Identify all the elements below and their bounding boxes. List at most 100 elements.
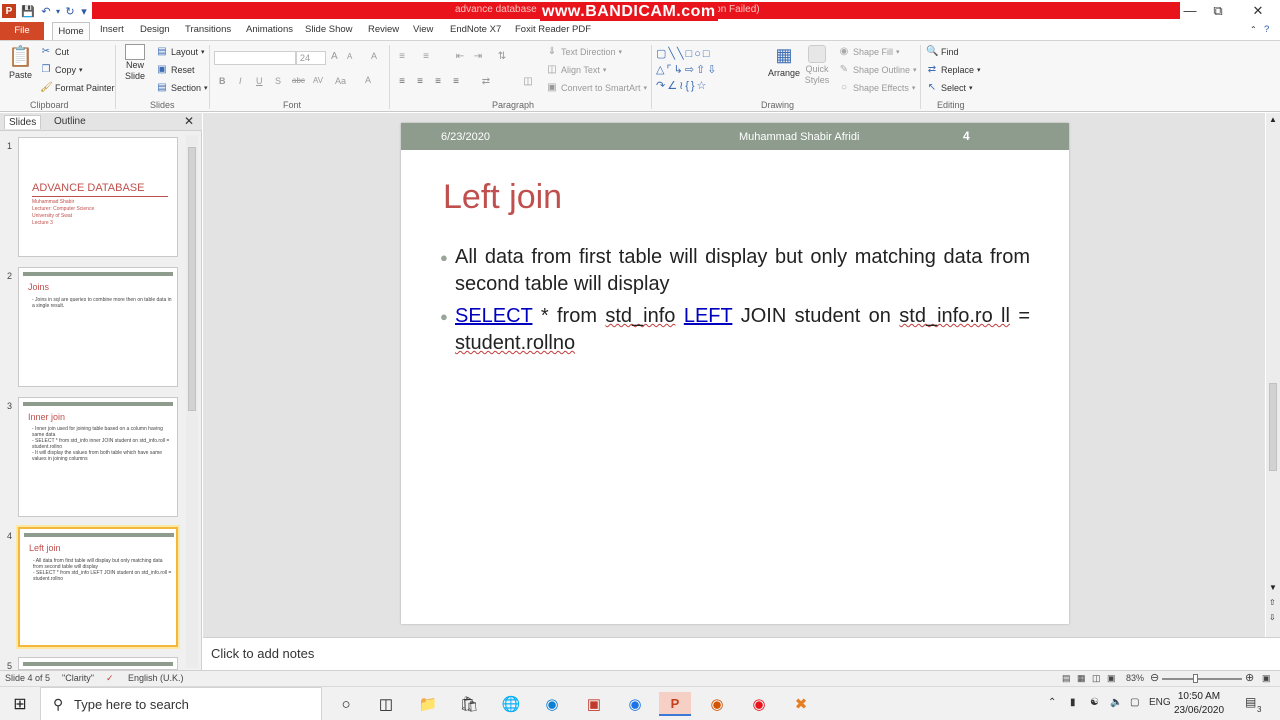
paste-button[interactable]: 📋 Paste <box>8 44 33 80</box>
reset-button[interactable]: ▣ Reset <box>156 64 194 76</box>
slide-date[interactable]: 6/23/2020 <box>441 131 490 143</box>
fit-slide-icon[interactable]: ▣ <box>1262 673 1271 684</box>
zoom-slider-knob[interactable] <box>1193 674 1198 683</box>
tab-slide-show[interactable]: Slide Show <box>305 24 353 35</box>
slide-footer-author[interactable]: Muhammad Shabir Afridi <box>739 131 859 143</box>
font-color-button[interactable]: A <box>365 75 371 85</box>
text-direction-button[interactable]: ⇓ Text Direction ▾ <box>546 46 622 58</box>
tab-outline[interactable]: Outline <box>50 115 90 128</box>
columns-button[interactable]: ◫ <box>522 76 534 88</box>
scroll-down-icon[interactable]: ▼ <box>1269 583 1277 592</box>
spell-check-icon[interactable]: ✓ <box>106 673 114 684</box>
editor-scroll-thumb[interactable] <box>1269 383 1277 471</box>
windows-start-icon[interactable]: ⊞ <box>0 687 40 720</box>
tab-file[interactable]: File <box>0 22 44 40</box>
align-right-button[interactable]: ≡ <box>432 76 444 88</box>
slide-number-field[interactable]: 4 <box>963 129 970 143</box>
tab-foxit[interactable]: Foxit Reader PDF <box>515 24 591 35</box>
tab-slides[interactable]: Slides <box>4 115 42 129</box>
tab-view[interactable]: View <box>413 24 433 35</box>
minimize-icon[interactable]: — <box>1175 3 1205 19</box>
zoom-out-icon[interactable]: ⊖ <box>1150 671 1159 684</box>
align-center-button[interactable]: ≡ <box>414 76 426 88</box>
slide-title[interactable]: Left join <box>443 178 562 217</box>
panel-scrollbar[interactable] <box>186 135 198 668</box>
grow-font-button[interactable]: A <box>331 51 338 62</box>
new-slide-button[interactable]: New Slide <box>121 44 149 82</box>
clear-formatting-button[interactable]: A <box>371 51 377 61</box>
slide-thumbnail-5[interactable] <box>18 657 178 670</box>
bandicam-record-icon[interactable]: ◉ <box>743 692 775 716</box>
previous-slide-icon[interactable]: ⇧ <box>1269 598 1276 607</box>
underline-button[interactable]: U <box>256 76 263 86</box>
find-button[interactable]: 🔍 Find <box>926 46 959 58</box>
format-painter-button[interactable]: 🖌 Format Painter <box>40 82 115 94</box>
shape-fill-button[interactable]: ◉ Shape Fill ▾ <box>838 46 900 58</box>
chrome-browser-icon[interactable]: ◉ <box>619 692 651 716</box>
volume-icon[interactable]: 🔈 <box>1110 697 1122 708</box>
normal-view-icon[interactable]: ▤ <box>1062 673 1071 684</box>
pdf-app-icon[interactable]: ▣ <box>578 692 610 716</box>
shapes-gallery[interactable]: ▢╲╲□○□ △⌜↳⇨⇧⇩ ↷∠≀{}☆ <box>656 46 764 96</box>
slide-thumbnail-4[interactable]: Left join - All data from first table wi… <box>18 527 178 647</box>
slide-canvas[interactable]: 6/23/2020 Muhammad Shabir Afridi 4 Left … <box>401 123 1069 624</box>
zoom-slider-track[interactable] <box>1162 678 1242 680</box>
ime-icon[interactable]: ▢ <box>1130 697 1139 708</box>
shrink-font-button[interactable]: A <box>347 52 352 61</box>
zoom-level[interactable]: 83% <box>1126 673 1144 683</box>
replace-button[interactable]: ⇄ Replace ▾ <box>926 64 981 76</box>
arrange-button[interactable]: ▦ Arrange <box>768 45 800 78</box>
shadow-button[interactable]: S <box>275 76 281 86</box>
tab-design[interactable]: Design <box>140 24 170 35</box>
system-clock[interactable]: 10:50 AM 23/06/2020 <box>1168 690 1230 718</box>
quick-styles-button[interactable]: Quick Styles <box>803 45 831 86</box>
change-case-button[interactable]: Aa <box>335 76 346 86</box>
task-view-icon[interactable]: ◫ <box>370 692 402 716</box>
zoom-in-icon[interactable]: ⊕ <box>1245 671 1254 684</box>
xampp-icon[interactable]: ✖ <box>785 692 817 716</box>
edge-browser-icon[interactable]: ◉ <box>536 692 568 716</box>
network-icon[interactable]: ☯ <box>1090 697 1099 708</box>
theme-name[interactable]: "Clarity" <box>62 673 94 683</box>
help-icon[interactable]: ? <box>1264 24 1269 35</box>
layout-button[interactable]: ▤ Layout ▾ <box>156 46 204 58</box>
tab-review[interactable]: Review <box>368 24 399 35</box>
tab-animations[interactable]: Animations <box>246 24 293 35</box>
line-spacing-button[interactable]: ⇅ <box>496 51 508 63</box>
slide-thumbnail-2[interactable]: Joins - Joins in sql are queries to comb… <box>18 267 178 387</box>
minimize-ribbon-icon[interactable]: ⌃ <box>1250 25 1257 34</box>
reading-view-icon[interactable]: ◫ <box>1092 673 1101 684</box>
language-indicator[interactable]: English (U.K.) <box>128 673 184 683</box>
align-left-button[interactable]: ≡ <box>396 76 408 88</box>
decrease-indent-button[interactable]: ⇤ <box>454 51 466 63</box>
notes-pane[interactable]: Click to add notes <box>203 637 1280 670</box>
align-text-button[interactable]: ◫ Align Text ▾ <box>546 64 606 76</box>
shape-effects-button[interactable]: ○ Shape Effects ▾ <box>838 82 915 94</box>
next-slide-icon[interactable]: ⇩ <box>1269 613 1276 622</box>
font-name-combo[interactable] <box>214 51 296 65</box>
taskbar-search-box[interactable]: ⚲ Type here to search <box>40 687 322 720</box>
numbering-button[interactable]: ≡ <box>420 51 432 63</box>
save-icon[interactable]: 💾 <box>20 3 36 19</box>
customize-qat-icon[interactable]: ▾ <box>76 3 92 19</box>
slide-thumbnail-3[interactable]: Inner join - Inner join used for joining… <box>18 397 178 517</box>
tab-insert[interactable]: Insert <box>100 24 124 35</box>
slideshow-view-icon[interactable]: ▣ <box>1107 673 1116 684</box>
convert-smartart-button[interactable]: ▣ Convert to SmartArt ▾ <box>546 82 647 94</box>
cut-button[interactable]: ✂ Cut <box>40 46 69 58</box>
cortana-icon[interactable]: ○ <box>330 692 362 716</box>
font-size-combo[interactable]: 24 <box>296 51 326 65</box>
strikethrough-button[interactable]: abc <box>292 76 305 85</box>
character-spacing-button[interactable]: AV <box>313 76 323 85</box>
editor-scrollbar[interactable]: ▲ ▼ ⇧ ⇩ <box>1266 113 1280 637</box>
bullet-1[interactable]: ● All data from first table will display… <box>440 244 1030 298</box>
scroll-up-icon[interactable]: ▲ <box>1269 115 1277 124</box>
increase-indent-button[interactable]: ⇥ <box>472 51 484 63</box>
show-hidden-icons[interactable]: ⌃ <box>1048 697 1056 708</box>
powerpoint-taskbar-icon[interactable]: P <box>659 692 691 716</box>
notification-icon[interactable]: ▤ <box>1245 695 1256 709</box>
notes-placeholder[interactable]: Click to add notes <box>211 646 314 661</box>
select-button[interactable]: ↖ Select ▾ <box>926 82 973 94</box>
bold-button[interactable]: B <box>219 76 226 86</box>
powerpoint-logo-icon[interactable]: P <box>2 4 16 18</box>
